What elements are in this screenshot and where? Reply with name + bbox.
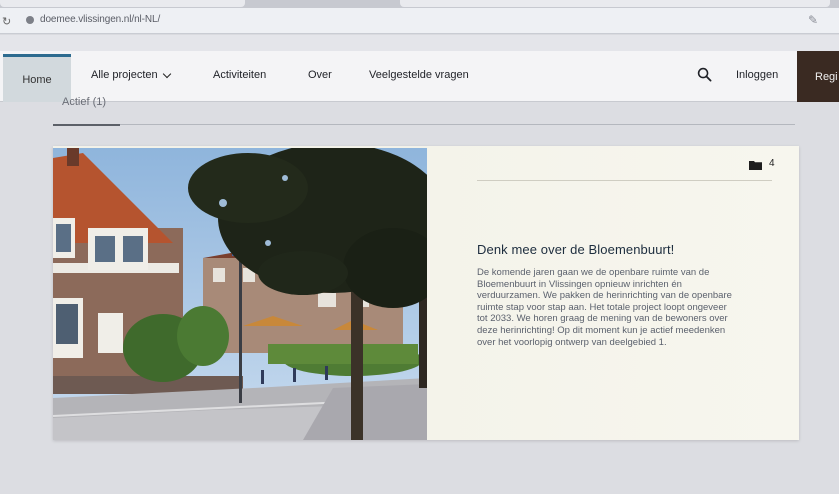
folder-icon xyxy=(749,161,762,170)
document-count: 4 xyxy=(769,158,775,169)
nav-activities[interactable]: Activiteiten xyxy=(213,69,266,81)
nav-home[interactable]: Home xyxy=(3,54,71,102)
extension-icon[interactable]: ✎ xyxy=(808,13,818,27)
site-info-icon[interactable] xyxy=(26,16,34,24)
site-header: Home Alle projecten Activiteiten Over Ve… xyxy=(0,51,839,102)
project-image[interactable] xyxy=(53,148,427,440)
register-button-label: Regi xyxy=(815,70,838,83)
search-icon[interactable] xyxy=(697,67,712,82)
street-photo xyxy=(53,148,427,440)
address-bar[interactable]: ↻ doemee.vlissingen.nl/nl-NL/ ✎ xyxy=(0,8,839,34)
nav-activities-label: Activiteiten xyxy=(213,69,267,81)
browser-gap xyxy=(0,35,839,51)
browser-tab[interactable] xyxy=(0,0,245,7)
reload-icon[interactable]: ↻ xyxy=(2,15,11,28)
browser-tab[interactable] xyxy=(400,0,830,7)
card-divider xyxy=(477,180,772,181)
nav-faq[interactable]: Veelgestelde vragen xyxy=(369,69,469,81)
browser-tab-strip xyxy=(0,0,839,8)
project-card-body: 4 Denk mee over de Bloemenbuurt! De kome… xyxy=(427,146,799,440)
nav-all-projects-label: Alle projecten xyxy=(91,69,158,81)
register-button[interactable]: Regi xyxy=(797,51,839,102)
project-card[interactable]: 4 Denk mee over de Bloemenbuurt! De kome… xyxy=(53,146,799,440)
nav-all-projects[interactable]: Alle projecten xyxy=(91,69,171,81)
chevron-down-icon xyxy=(162,69,171,78)
tab-active-indicator xyxy=(53,124,120,126)
nav-about[interactable]: Over xyxy=(308,69,332,81)
login-link[interactable]: Inloggen xyxy=(736,69,778,81)
nav-faq-label: Veelgestelde vragen xyxy=(369,69,469,81)
url-text[interactable]: doemee.vlissingen.nl/nl-NL/ xyxy=(40,14,160,25)
project-description: De komende jaren gaan we de openbare rui… xyxy=(477,267,732,348)
tab-active-projects[interactable]: Actief (1) xyxy=(62,96,106,110)
nav-about-label: Over xyxy=(308,69,332,81)
nav-home-label: Home xyxy=(22,73,52,86)
tab-divider xyxy=(120,124,795,125)
project-title[interactable]: Denk mee over de Bloemenbuurt! xyxy=(477,242,674,257)
